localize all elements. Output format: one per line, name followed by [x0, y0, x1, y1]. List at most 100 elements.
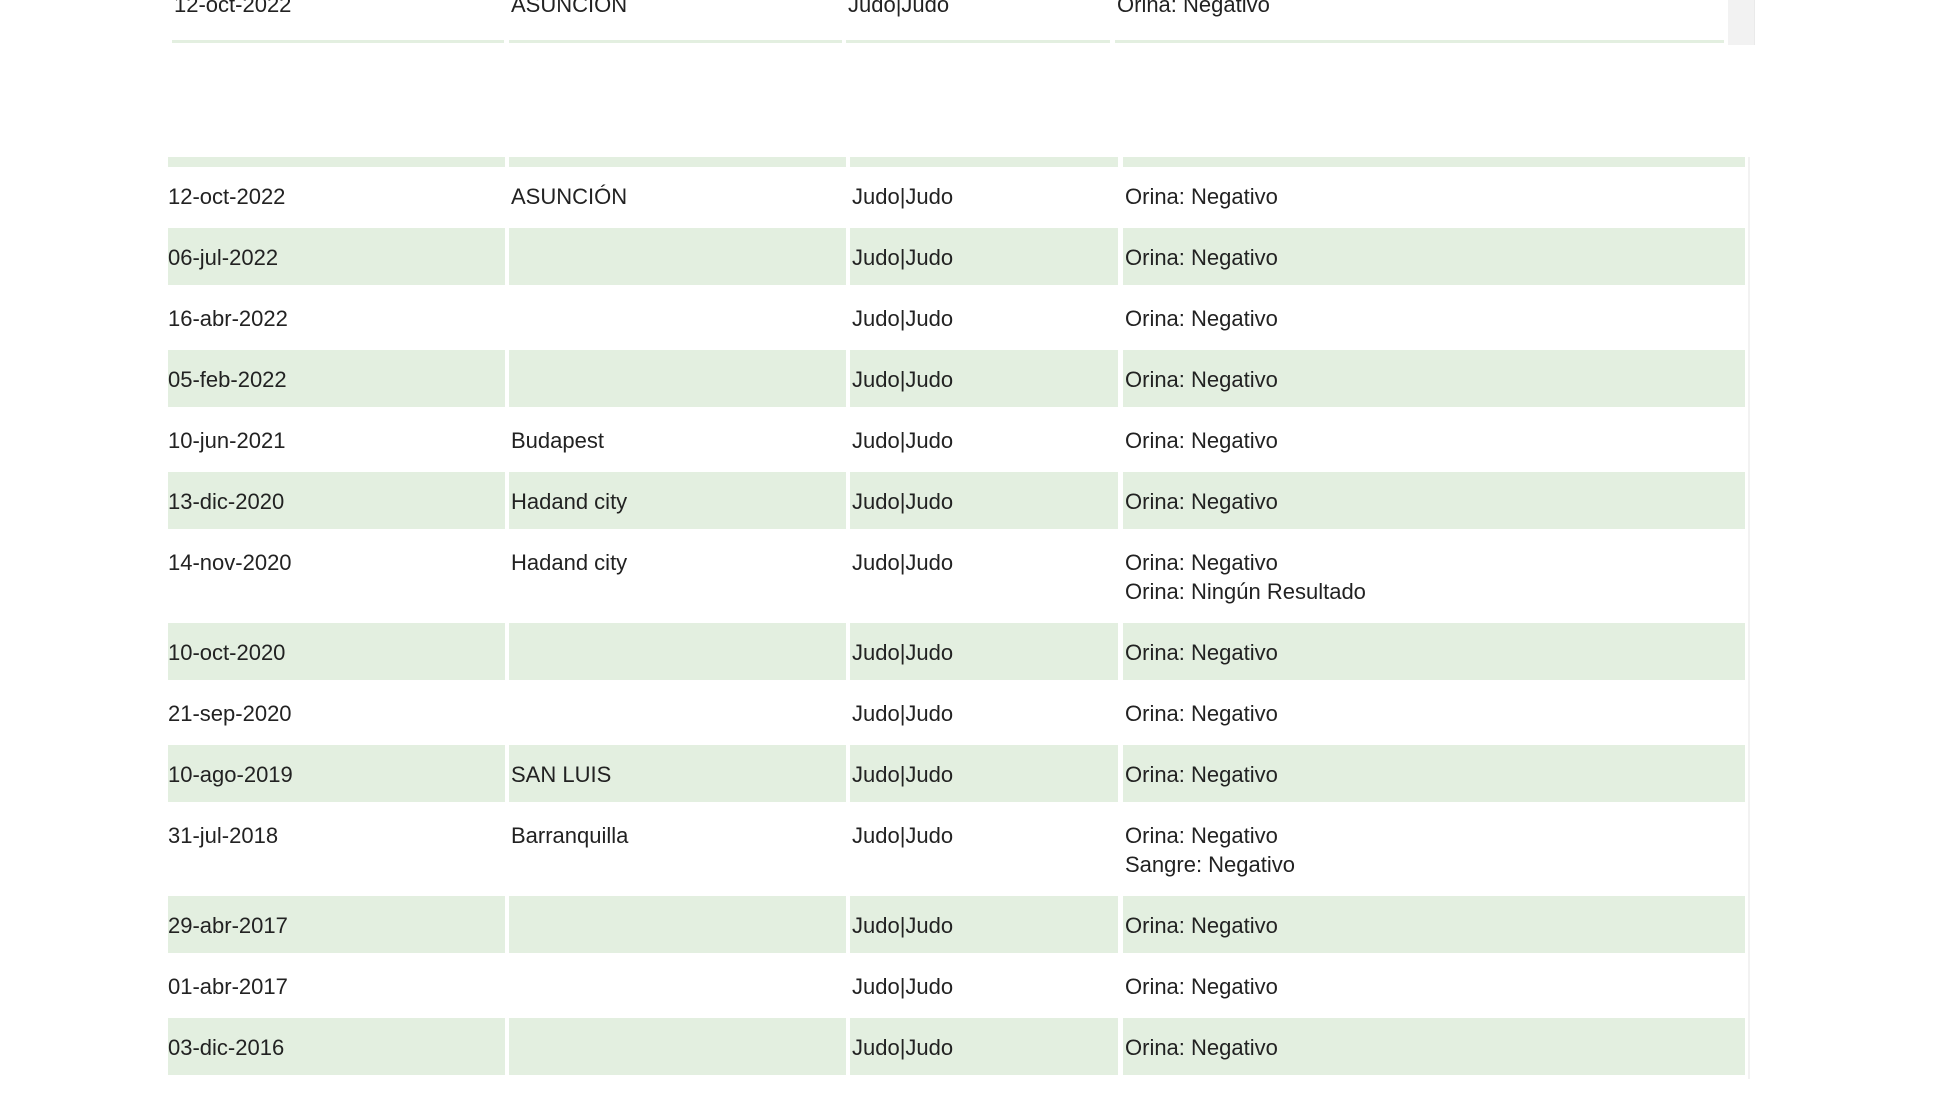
date-cell: 10-oct-2020 — [168, 623, 505, 680]
result-cell: Orina: Negativo — [1123, 745, 1745, 802]
sport-cell: Judo|Judo — [852, 550, 954, 575]
result-line: Sangre: Negativo — [1125, 852, 1295, 877]
table-row: 21-sep-2020 Judo|Judo Orina: Negativo — [168, 684, 1745, 745]
sport-cell: Judo|Judo — [852, 701, 954, 726]
date-cell: 13-dic-2020 — [168, 472, 505, 529]
result-line: Orina: Negativo — [1125, 823, 1278, 848]
table-row: 13-dic-2020 Hadand city Judo|Judo Orina: Ne… — [168, 472, 1745, 533]
place-cell: Barranquilla — [511, 823, 629, 848]
header-cell — [850, 157, 1118, 167]
place-cell: Hadand city — [509, 472, 846, 529]
result-line: Orina: Ningún Resultado — [1125, 579, 1366, 604]
place-cell — [509, 1018, 846, 1075]
date-cell: 10-ago-2019 — [168, 745, 505, 802]
date-cell: 29-abr-2017 — [168, 896, 505, 953]
result-cell: Orina: Negativo — [1123, 896, 1745, 953]
place-cell — [509, 957, 846, 1014]
date-cell: 12-oct-2022 — [168, 184, 286, 209]
result-line: Orina: Negativo — [1125, 762, 1278, 787]
table-header — [168, 157, 1748, 167]
result-line: Orina: Negativo — [1125, 701, 1278, 726]
table-row: 10-jun-2021 Budapest Judo|Judo Orina: Negat… — [168, 411, 1745, 472]
date-cell: 21-sep-2020 — [168, 701, 292, 726]
result-line: Orina: Negativo — [1125, 184, 1278, 209]
date-cell: 14-nov-2020 — [168, 550, 292, 575]
result-cell: Orina: Negativo — [1123, 684, 1745, 741]
date-cell: 31-jul-2018 — [168, 823, 279, 848]
result-cell: Orina: Negativo — [1123, 623, 1745, 680]
result-line: Orina: Negativo — [1125, 367, 1278, 392]
sport-cell: Judo|Judo — [852, 184, 954, 209]
result-cell: Orina: Negativo — [1115, 0, 1724, 43]
table-row: 01-abr-2017 Judo|Judo Orina: Negativo — [168, 957, 1745, 1018]
result-cell: Orina: Negativo — [1123, 957, 1745, 1014]
date-text: 12-oct-2022 — [174, 0, 292, 17]
table-row: 06-jul-2022 Judo|Judo Orina: Negativo — [168, 228, 1745, 289]
result-line: Orina: Negativo — [1125, 489, 1278, 514]
place-cell — [509, 623, 846, 680]
sport-cell: Judo|Judo — [850, 623, 1118, 680]
date-cell: 12-oct-2022 — [172, 0, 504, 43]
table-row: 29-abr-2017 Judo|Judo Orina: Negativo — [168, 896, 1745, 957]
vertical-scrollbar[interactable] — [1728, 0, 1754, 45]
result-line: Orina: Negativo — [1125, 913, 1278, 938]
result-line: Orina: Negativo — [1125, 428, 1278, 453]
place-cell — [509, 289, 846, 346]
date-cell: 03-dic-2016 — [168, 1018, 505, 1075]
table-row: 10-oct-2020 Judo|Judo Orina: Negativo — [168, 623, 1745, 684]
sport-cell: Judo|Judo — [846, 0, 1110, 43]
table-row: 12-oct-2022 ASUNCIÓN Judo|Judo Orina: Negat… — [168, 167, 1745, 228]
place-cell — [509, 896, 846, 953]
date-cell: 16-abr-2022 — [168, 306, 288, 331]
result-cell: Orina: Negativo Orina: Ningún Resultado — [1123, 533, 1745, 619]
result-line: Orina: Negativo — [1125, 245, 1278, 270]
result-cell: Orina: Negativo — [1123, 228, 1745, 285]
place-cell: SAN LUIS — [509, 745, 846, 802]
result-line: Orina: Negativo — [1125, 1035, 1278, 1060]
result-cell: Orina: Negativo — [1123, 289, 1745, 346]
sport-cell: Judo|Judo — [852, 428, 954, 453]
header-cell — [1123, 157, 1745, 167]
result-line: Orina: Negativo — [1125, 640, 1278, 665]
table-row: 12-oct-2022 ASUNCIÓN Judo|Judo Orina: Ne… — [168, 0, 1724, 43]
sport-text: Judo|Judo — [848, 0, 950, 17]
result-cell: Orina: Negativo — [1123, 350, 1745, 407]
sport-cell: Judo|Judo — [850, 745, 1118, 802]
table-row: 03-dic-2016 Judo|Judo Orina: Negativo — [168, 1018, 1745, 1079]
place-cell: ASUNCIÓN — [509, 0, 842, 43]
result-text: Orina: Negativo — [1117, 0, 1270, 17]
place-cell — [509, 684, 846, 741]
sport-cell: Judo|Judo — [852, 974, 954, 999]
result-line: Orina: Negativo — [1125, 306, 1278, 331]
place-cell: Hadand city — [511, 550, 628, 575]
result-line: Orina: Negativo — [1125, 974, 1278, 999]
result-cell: Orina: Negativo — [1123, 167, 1745, 224]
place-cell — [509, 350, 846, 407]
result-line: Orina: Negativo — [1125, 550, 1278, 575]
header-cell — [168, 157, 505, 167]
header-cell — [509, 157, 846, 167]
page: 12-oct-2022 ASUNCIÓN Judo|Judo Orina: Ne… — [0, 0, 1948, 1100]
table-row: 05-feb-2022 Judo|Judo Orina: Negativo — [168, 350, 1745, 411]
sport-cell: Judo|Judo — [850, 896, 1118, 953]
result-cell: Orina: Negativo Sangre: Negativo — [1123, 806, 1745, 892]
sport-cell: Judo|Judo — [850, 1018, 1118, 1075]
previous-table: 12-oct-2022 ASUNCIÓN Judo|Judo Orina: Ne… — [168, 0, 1755, 45]
place-cell: ASUNCIÓN — [511, 184, 628, 209]
sport-cell: Judo|Judo — [852, 306, 954, 331]
date-cell: 01-abr-2017 — [168, 974, 288, 999]
date-cell: 05-feb-2022 — [168, 350, 505, 407]
table-row: 10-ago-2019 SAN LUIS Judo|Judo Orina: Negat… — [168, 745, 1745, 806]
place-text: ASUNCIÓN — [511, 0, 628, 17]
place-cell — [509, 228, 846, 285]
sport-cell: Judo|Judo — [850, 350, 1118, 407]
table-row: 16-abr-2022 Judo|Judo Orina: Negativo — [168, 289, 1745, 350]
result-cell: Orina: Negativo — [1123, 1018, 1745, 1075]
results-table: 12-oct-2022 ASUNCIÓN Judo|Judo Orina: Negat… — [168, 157, 1750, 1079]
sport-cell: Judo|Judo — [850, 228, 1118, 285]
result-cell: Orina: Negativo — [1123, 472, 1745, 529]
table-body: 12-oct-2022 ASUNCIÓN Judo|Judo Orina: Negat… — [168, 167, 1748, 1079]
table-row: 14-nov-2020 Hadand city Judo|Judo Orina: Ne… — [168, 533, 1745, 623]
result-cell: Orina: Negativo — [1123, 411, 1745, 468]
date-cell: 06-jul-2022 — [168, 228, 505, 285]
